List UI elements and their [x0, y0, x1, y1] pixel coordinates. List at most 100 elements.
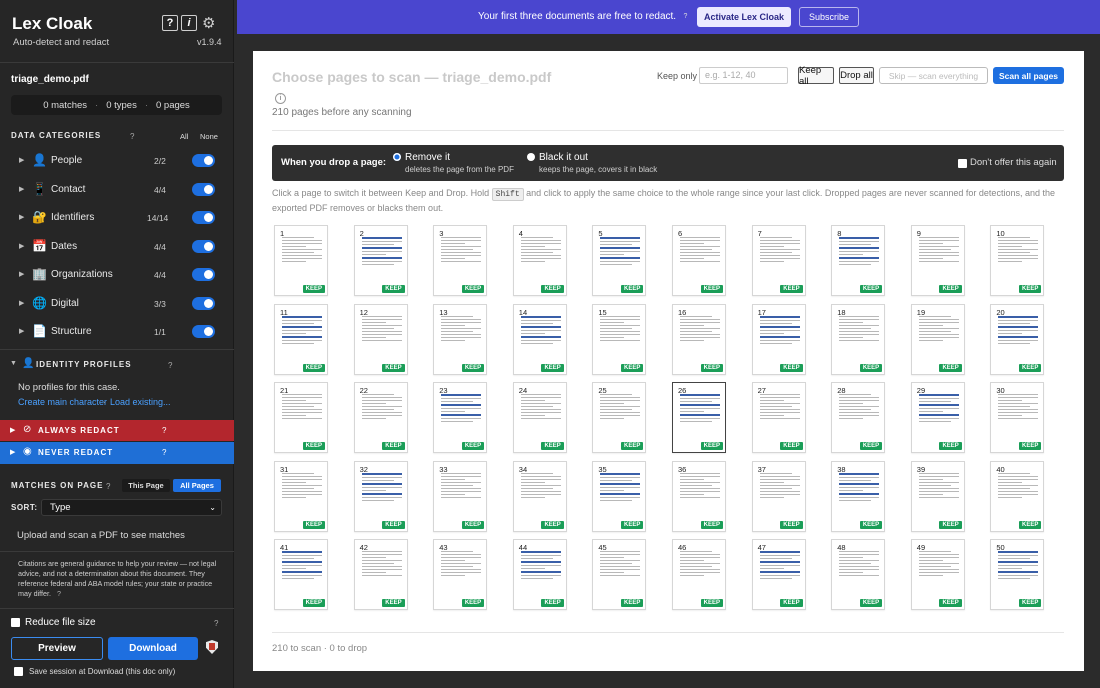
page-thumbnail[interactable]: 19 KEEP	[910, 303, 965, 375]
page-thumbnail[interactable]: 35 KEEP	[592, 460, 647, 532]
page-thumbnail[interactable]: 2 KEEP	[353, 225, 408, 296]
page-thumbnail[interactable]: 23 KEEP	[433, 382, 488, 453]
info-icon[interactable]: i	[275, 93, 286, 104]
page-thumbnail[interactable]: 16 KEEP	[672, 303, 726, 375]
page-thumbnail[interactable]: 50 KEEP	[990, 539, 1045, 610]
page-thumbnail[interactable]: 14 KEEP	[512, 303, 567, 375]
collapse-arrow-icon[interactable]: ▼	[10, 360, 17, 367]
category-toggle[interactable]	[192, 154, 215, 167]
always-redact-section[interactable]: ▶ ⊘ ALWAYS REDACT ?	[0, 420, 234, 441]
identity-help-icon[interactable]: ?	[168, 361, 172, 370]
page-thumbnail[interactable]: 15 KEEP	[592, 303, 647, 375]
subscribe-button[interactable]: Subscribe	[799, 7, 859, 27]
page-thumbnail[interactable]: 3 KEEP	[433, 225, 488, 296]
page-thumbnail[interactable]: 41 KEEP	[274, 539, 328, 610]
page-thumbnail[interactable]: 37 KEEP	[751, 460, 806, 532]
remove-radio[interactable]	[393, 153, 401, 161]
page-thumbnail[interactable]: 5 KEEP	[592, 225, 647, 296]
page-thumbnail[interactable]: 47 KEEP	[751, 539, 806, 610]
matches-help-icon[interactable]: ?	[106, 482, 110, 491]
settings-gear-icon[interactable]: ⚙	[202, 14, 215, 32]
page-thumbnail[interactable]: 29 KEEP	[910, 382, 965, 453]
drop-all-button[interactable]: Drop all	[839, 67, 874, 84]
page-thumbnail[interactable]: 1 KEEP	[274, 225, 328, 296]
page-thumbnail[interactable]: 28 KEEP	[831, 382, 886, 453]
page-range-input[interactable]: e.g. 1-12, 40	[699, 67, 788, 84]
sort-select[interactable]: Type ⌄	[41, 499, 222, 516]
page-thumbnail[interactable]: 6 KEEP	[672, 225, 726, 296]
category-row-dates[interactable]: ▶ 📅 Dates 4/4	[0, 233, 234, 261]
page-thumbnail[interactable]: 36 KEEP	[672, 460, 726, 532]
page-thumbnail[interactable]: 49 KEEP	[910, 539, 965, 610]
category-toggle[interactable]	[192, 297, 215, 310]
always-redact-help-icon[interactable]: ?	[162, 426, 166, 435]
expand-arrow-icon[interactable]: ▶	[19, 156, 24, 164]
page-thumbnail[interactable]: 11 KEEP	[274, 303, 328, 375]
page-thumbnail[interactable]: 32 KEEP	[353, 460, 408, 532]
page-thumbnail[interactable]: 48 KEEP	[831, 539, 886, 610]
page-thumbnail[interactable]: 9 KEEP	[910, 225, 965, 296]
page-thumbnail[interactable]: 17 KEEP	[751, 303, 806, 375]
page-thumbnail[interactable]: 4 KEEP	[512, 225, 567, 296]
page-thumbnail[interactable]: 24 KEEP	[512, 382, 567, 453]
page-thumbnail[interactable]: 7 KEEP	[751, 225, 806, 296]
category-row-digital[interactable]: ▶ 🌐 Digital 3/3	[0, 290, 234, 318]
disclaimer-help-icon[interactable]: ?	[53, 589, 61, 598]
banner-help-icon[interactable]: ?	[680, 11, 691, 22]
category-toggle[interactable]	[192, 211, 215, 224]
save-session-checkbox[interactable]	[14, 667, 23, 676]
page-thumbnail[interactable]: 8 KEEP	[831, 225, 886, 296]
expand-arrow-icon[interactable]: ▶	[19, 213, 24, 221]
keep-all-button[interactable]: Keep all	[798, 65, 834, 87]
expand-arrow-icon[interactable]: ▶	[10, 426, 15, 434]
page-thumbnail[interactable]: 22 KEEP	[353, 382, 408, 453]
page-thumbnail[interactable]: 31 KEEP	[274, 460, 328, 532]
category-row-contact[interactable]: ▶ 📱 Contact 4/4	[0, 176, 234, 204]
page-thumbnail[interactable]: 39 KEEP	[910, 460, 965, 532]
blackout-radio[interactable]	[527, 153, 535, 161]
reduce-size-checkbox[interactable]	[11, 618, 20, 627]
page-thumbnail[interactable]: 44 KEEP	[512, 539, 567, 610]
expand-arrow-icon[interactable]: ▶	[19, 327, 24, 335]
category-toggle[interactable]	[192, 240, 215, 253]
categories-help-icon[interactable]: ?	[130, 132, 134, 141]
page-thumbnail[interactable]: 33 KEEP	[433, 460, 488, 532]
page-thumbnail[interactable]: 43 KEEP	[433, 539, 488, 610]
download-button[interactable]: Download	[108, 637, 198, 660]
page-thumbnail[interactable]: 20 KEEP	[990, 303, 1045, 375]
category-toggle[interactable]	[192, 325, 215, 338]
category-row-structure[interactable]: ▶ 📄 Structure 1/1	[0, 318, 234, 346]
page-thumbnail[interactable]: 27 KEEP	[751, 382, 806, 453]
expand-arrow-icon[interactable]: ▶	[10, 448, 15, 456]
page-thumbnail[interactable]: 40 KEEP	[990, 460, 1045, 532]
page-thumbnail[interactable]: 12 KEEP	[353, 303, 408, 375]
select-none-button[interactable]: None	[200, 132, 218, 141]
never-redact-section[interactable]: ▶ ◉ NEVER REDACT ?	[0, 442, 234, 464]
preview-button[interactable]: Preview	[11, 637, 103, 660]
scan-all-button[interactable]: Scan all pages	[993, 67, 1064, 84]
page-thumbnail[interactable]: 34 KEEP	[512, 460, 567, 532]
page-thumbnail[interactable]: 13 KEEP	[433, 303, 488, 375]
never-redact-help-icon[interactable]: ?	[162, 448, 166, 457]
load-existing-link[interactable]: Load existing...	[110, 397, 171, 407]
category-row-organizations[interactable]: ▶ 🏢 Organizations 4/4	[0, 261, 234, 289]
page-thumbnail[interactable]: 38 KEEP	[831, 460, 886, 532]
activate-button[interactable]: Activate Lex Cloak	[697, 7, 791, 27]
info-button[interactable]: i	[181, 15, 197, 31]
page-thumbnail[interactable]: 30 KEEP	[990, 382, 1045, 453]
create-main-character-link[interactable]: Create main character	[18, 397, 107, 407]
category-toggle[interactable]	[192, 183, 215, 196]
expand-arrow-icon[interactable]: ▶	[19, 185, 24, 193]
page-thumbnail[interactable]: 46 KEEP	[672, 539, 726, 610]
dont-offer-checkbox[interactable]	[958, 159, 967, 168]
skip-scan-button[interactable]: Skip — scan everything	[879, 67, 988, 84]
select-all-button[interactable]: All	[180, 132, 188, 141]
page-thumbnail[interactable]: 25 KEEP	[592, 382, 647, 453]
page-thumbnail[interactable]: 10 KEEP	[990, 225, 1045, 296]
page-thumbnail[interactable]: 18 KEEP	[831, 303, 886, 375]
reduce-size-help-icon[interactable]: ?	[214, 619, 218, 628]
page-thumbnail[interactable]: 42 KEEP	[353, 539, 408, 610]
expand-arrow-icon[interactable]: ▶	[19, 299, 24, 307]
all-pages-tab[interactable]: All Pages	[173, 479, 221, 492]
page-thumbnail[interactable]: 45 KEEP	[592, 539, 647, 610]
